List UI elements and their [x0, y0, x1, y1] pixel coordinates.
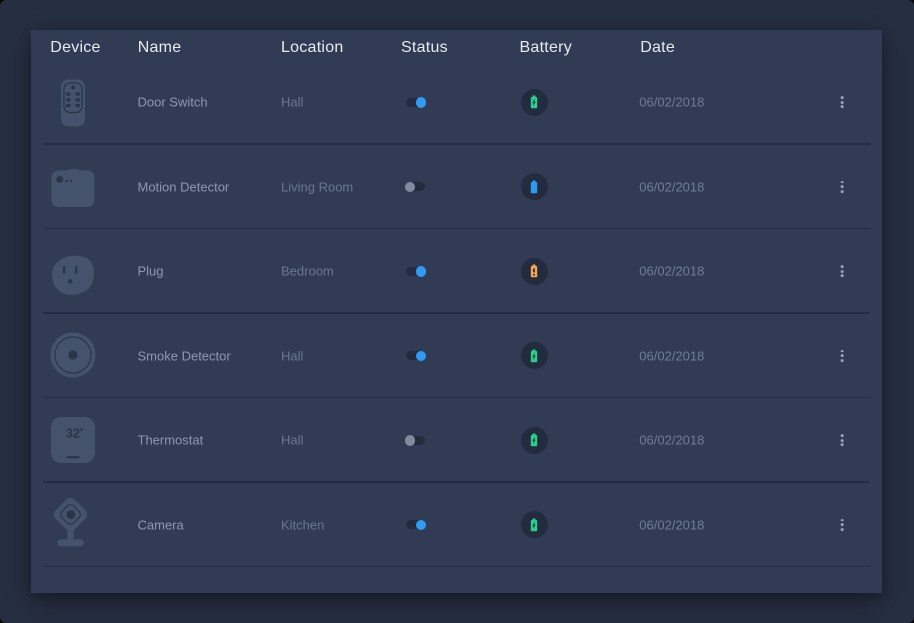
svg-text:32: 32: [66, 427, 80, 441]
